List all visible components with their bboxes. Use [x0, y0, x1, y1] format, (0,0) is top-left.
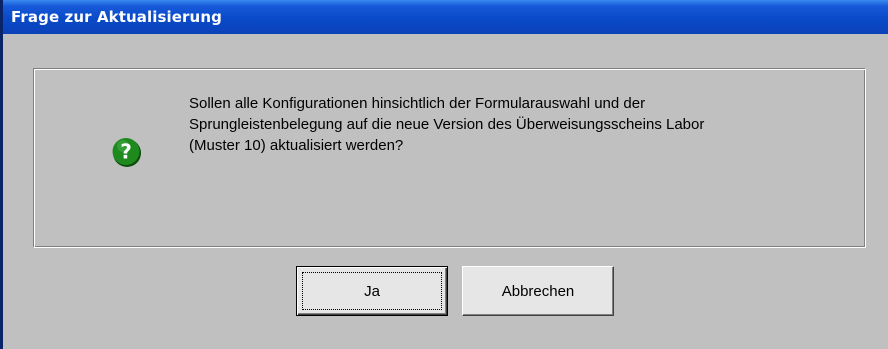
cancel-button-label: Abbrechen [501, 282, 575, 300]
dialog-window: Frage zur Aktualisierung ? Sollen alle K… [0, 0, 888, 349]
message-text: Sollen alle Konfigurationen hinsichtlich… [189, 93, 829, 156]
message-line: Sollen alle Konfigurationen hinsichtlich… [189, 95, 646, 112]
svg-text:?: ? [120, 140, 132, 164]
title-bar[interactable]: Frage zur Aktualisierung [3, 0, 888, 34]
message-line: (Muster 10) aktualisiert werden? [189, 137, 404, 154]
cancel-button[interactable]: Abbrechen [462, 266, 614, 316]
message-panel: ? Sollen alle Konfigurationen hinsichtli… [33, 68, 866, 248]
focus-rectangle [302, 272, 442, 310]
message-line: Sprungleistenbelegung auf die neue Versi… [189, 116, 705, 133]
window-title: Frage zur Aktualisierung [11, 8, 222, 26]
yes-button[interactable]: Ja [296, 266, 448, 316]
